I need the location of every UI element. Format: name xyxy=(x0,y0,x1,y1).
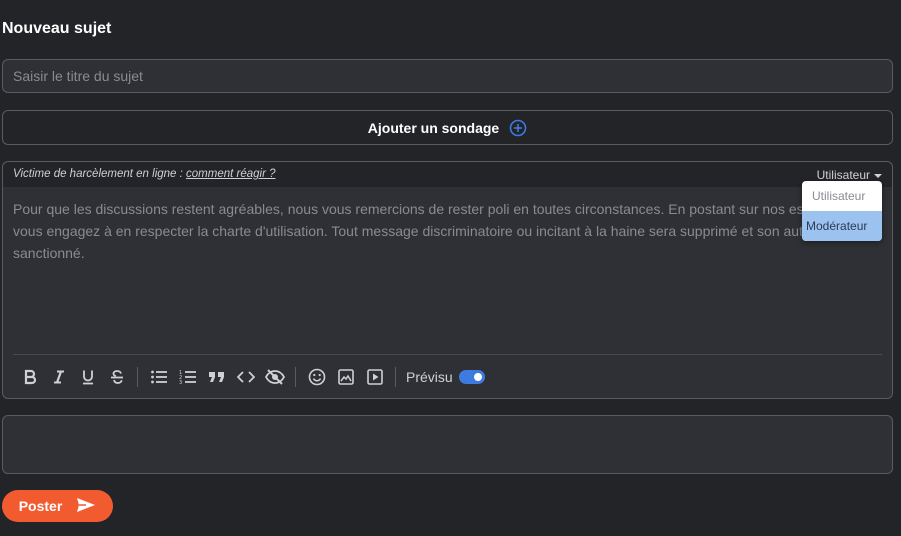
image-icon[interactable] xyxy=(331,364,360,390)
numbered-list-icon[interactable]: 123 xyxy=(173,364,202,390)
bullet-list-icon[interactable] xyxy=(144,364,173,390)
code-icon[interactable] xyxy=(231,364,260,390)
role-select[interactable]: Utilisateur xyxy=(817,168,882,182)
bold-icon[interactable] xyxy=(15,364,44,390)
editor-header: Victime de harcèlement en ligne : commen… xyxy=(3,162,892,187)
post-button-label: Poster xyxy=(18,498,63,514)
message-editor: Victime de harcèlement en ligne : commen… xyxy=(2,161,893,399)
video-icon[interactable] xyxy=(360,364,389,390)
toolbar-separator xyxy=(395,367,396,387)
secondary-input-box[interactable] xyxy=(2,415,893,474)
preview-control: Prévisu xyxy=(406,369,485,385)
harassment-help-link[interactable]: comment réagir ? xyxy=(186,168,275,180)
toolbar-divider xyxy=(13,354,882,355)
add-poll-button[interactable]: Ajouter un sondage xyxy=(2,110,893,145)
strikethrough-icon[interactable] xyxy=(102,364,131,390)
preview-label: Prévisu xyxy=(406,369,453,385)
send-icon xyxy=(76,497,96,516)
new-topic-form: Nouveau sujet Ajouter un sondage Victime… xyxy=(0,0,901,536)
role-select-value: Utilisateur xyxy=(816,168,870,182)
plus-circle-icon xyxy=(509,119,527,137)
italic-icon[interactable] xyxy=(44,364,73,390)
subject-title-input[interactable] xyxy=(2,59,893,93)
role-option-utilisateur[interactable]: Utilisateur xyxy=(802,181,882,211)
underline-icon[interactable] xyxy=(73,364,102,390)
message-textarea[interactable]: Pour que les discussions restent agréabl… xyxy=(13,198,881,264)
page-title: Nouveau sujet xyxy=(2,20,112,37)
harassment-notice: Victime de harcèlement en ligne : commen… xyxy=(13,168,276,180)
svg-text:3: 3 xyxy=(179,380,182,385)
toolbar-separator xyxy=(137,367,138,387)
toolbar-separator xyxy=(295,367,296,387)
emoji-icon[interactable] xyxy=(302,364,331,390)
role-dropdown-menu: Utilisateur Modérateur xyxy=(802,181,882,241)
quote-icon[interactable] xyxy=(202,364,231,390)
spoiler-icon[interactable] xyxy=(260,364,289,390)
add-poll-label: Ajouter un sondage xyxy=(367,119,500,136)
role-option-moderateur[interactable]: Modérateur xyxy=(802,211,882,241)
editor-toolbar: 123 Prévisu xyxy=(15,364,485,390)
harassment-text: Victime de harcèlement en ligne : xyxy=(13,168,187,180)
post-button[interactable]: Poster xyxy=(2,490,113,522)
preview-toggle[interactable] xyxy=(458,370,485,384)
caret-down-icon xyxy=(874,173,882,178)
